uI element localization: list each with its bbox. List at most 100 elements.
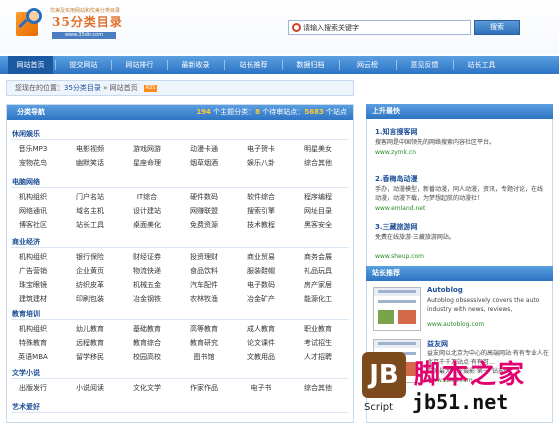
site-name[interactable]: Autoblog xyxy=(427,286,463,294)
category-link[interactable]: IT综合 xyxy=(121,192,173,202)
category-link[interactable]: 冶金矿产 xyxy=(235,294,287,304)
category-link[interactable]: 黑客安全 xyxy=(292,220,344,230)
category-link[interactable]: 教育研究 xyxy=(178,338,230,348)
category-link[interactable]: 门户名站 xyxy=(64,192,116,202)
category-link[interactable]: 商业贸易 xyxy=(235,252,287,262)
category-link[interactable]: 投资理财 xyxy=(178,252,230,262)
category-link[interactable]: 动漫卡通 xyxy=(178,144,230,154)
category-link[interactable]: 物流快递 xyxy=(121,266,173,276)
category-link[interactable]: 留学移民 xyxy=(64,352,116,362)
nav-latest[interactable]: 最新收录 xyxy=(173,56,218,74)
category-link[interactable]: 电子书 xyxy=(235,383,287,393)
site-name[interactable]: 益友网 xyxy=(427,339,448,349)
category-link[interactable]: 印刷包装 xyxy=(64,294,116,304)
category-group-title[interactable]: 电脑网络 xyxy=(12,177,40,187)
category-link[interactable]: 网址目录 xyxy=(292,206,344,216)
search-input[interactable] xyxy=(303,22,453,33)
category-link[interactable]: 校园高校 xyxy=(121,352,173,362)
category-link[interactable]: 服装鞋帽 xyxy=(235,266,287,276)
category-link[interactable]: 出版发行 xyxy=(7,383,59,393)
category-link[interactable]: 人才招聘 xyxy=(292,352,344,362)
category-link[interactable]: 硬件数码 xyxy=(178,192,230,202)
logo-icon[interactable] xyxy=(14,6,44,38)
category-link[interactable]: 考试招生 xyxy=(292,338,344,348)
category-link[interactable]: 网赚联盟 xyxy=(178,206,230,216)
category-group-title[interactable]: 艺术爱好 xyxy=(12,402,40,412)
nav-home[interactable]: 网站首页 xyxy=(8,56,53,74)
category-link[interactable]: 特殊教育 xyxy=(7,338,59,348)
category-link[interactable]: 食品饮料 xyxy=(178,266,230,276)
category-link[interactable]: 机构组织 xyxy=(7,192,59,202)
category-link[interactable]: 汽车配件 xyxy=(178,280,230,290)
site-thumbnail[interactable] xyxy=(373,287,421,331)
category-link[interactable]: 建筑建材 xyxy=(7,294,59,304)
rising-item-title[interactable]: 1.知言搜客网 xyxy=(375,127,418,137)
rising-item-title[interactable]: 3.三藏旅游网 xyxy=(375,222,418,232)
category-link[interactable]: 宠物花鸟 xyxy=(7,158,59,168)
nav-submit[interactable]: 提交网站 xyxy=(61,56,106,74)
category-link[interactable]: 综合其他 xyxy=(292,158,344,168)
category-link[interactable]: 机构组织 xyxy=(7,324,59,334)
category-link[interactable]: 搜索引擎 xyxy=(235,206,287,216)
category-link[interactable]: 机械五金 xyxy=(121,280,173,290)
category-link[interactable]: 幼儿教育 xyxy=(64,324,116,334)
category-link[interactable]: 教育综合 xyxy=(121,338,173,348)
nav-tools[interactable]: 站长工具 xyxy=(459,56,504,74)
category-link[interactable]: 娱乐八卦 xyxy=(235,158,287,168)
rising-item-title[interactable]: 2.香梅岛动漫 xyxy=(375,174,418,184)
category-link[interactable]: 商务会展 xyxy=(292,252,344,262)
category-link[interactable]: 职业教育 xyxy=(292,324,344,334)
category-link[interactable]: 珠宝眼镜 xyxy=(7,280,59,290)
category-link[interactable]: 作家作品 xyxy=(178,383,230,393)
category-link[interactable]: 域名主机 xyxy=(64,206,116,216)
rising-item-url[interactable]: www.sheup.com xyxy=(375,253,424,260)
category-link[interactable]: 论文课件 xyxy=(235,338,287,348)
category-link[interactable]: 网络通讯 xyxy=(7,206,59,216)
category-link[interactable]: 文教用品 xyxy=(235,352,287,362)
category-link[interactable]: 明星美女 xyxy=(292,144,344,154)
category-link[interactable]: 纺织皮革 xyxy=(64,280,116,290)
search-button[interactable]: 搜索 xyxy=(474,20,520,35)
nav-archive[interactable]: 数据归档 xyxy=(288,56,333,74)
category-group-title[interactable]: 休闲娱乐 xyxy=(12,129,40,139)
breadcrumb-home[interactable]: 35分类目录 xyxy=(64,84,101,92)
category-link[interactable]: 银行保险 xyxy=(64,252,116,262)
category-link[interactable]: 能源化工 xyxy=(292,294,344,304)
category-link[interactable]: 机构组织 xyxy=(7,252,59,262)
category-link[interactable]: 免费资源 xyxy=(178,220,230,230)
site-url[interactable]: www.autoblog.com xyxy=(427,321,484,328)
nav-feedback[interactable]: 意见反馈 xyxy=(402,56,447,74)
category-link[interactable]: 企业黄页 xyxy=(64,266,116,276)
category-link[interactable]: 电影视频 xyxy=(64,144,116,154)
category-link[interactable]: 基础教育 xyxy=(121,324,173,334)
category-link[interactable]: 设计建站 xyxy=(121,206,173,216)
category-group-title[interactable]: 商业经济 xyxy=(12,237,40,247)
category-link[interactable]: 远程教育 xyxy=(64,338,116,348)
rss-badge[interactable]: RSS xyxy=(143,84,158,92)
category-link[interactable]: 游戏网游 xyxy=(121,144,173,154)
category-link[interactable]: 桌面美化 xyxy=(121,220,173,230)
category-link[interactable]: 电子贺卡 xyxy=(235,144,287,154)
category-link[interactable]: 音乐MP3 xyxy=(7,144,59,154)
category-link[interactable]: 软件综合 xyxy=(235,192,287,202)
category-link[interactable]: 博客社区 xyxy=(7,220,59,230)
category-link[interactable]: 英语MBA xyxy=(7,352,59,362)
rising-item-url[interactable]: www.zymk.cn xyxy=(375,149,416,156)
category-link[interactable]: 高等教育 xyxy=(178,324,230,334)
category-link[interactable]: 广告营销 xyxy=(7,266,59,276)
category-link[interactable]: 综合其他 xyxy=(292,383,344,393)
category-group-title[interactable]: 教育培训 xyxy=(12,309,40,319)
category-link[interactable]: 礼品玩具 xyxy=(292,266,344,276)
category-link[interactable]: 电子数码 xyxy=(235,280,287,290)
category-link[interactable]: 幽默笑话 xyxy=(64,158,116,168)
category-link[interactable]: 财经证券 xyxy=(121,252,173,262)
category-link[interactable]: 房产家居 xyxy=(292,280,344,290)
search-box[interactable] xyxy=(288,20,471,35)
nav-ranking[interactable]: 网站排行 xyxy=(117,56,162,74)
category-link[interactable]: 农林牧渔 xyxy=(178,294,230,304)
logo-title[interactable]: 35分类目录 xyxy=(52,13,123,30)
category-link[interactable]: 烟草烟酒 xyxy=(178,158,230,168)
category-link[interactable]: 小说阅读 xyxy=(64,383,116,393)
category-link[interactable]: 站长工具 xyxy=(64,220,116,230)
category-link[interactable]: 成人教育 xyxy=(235,324,287,334)
